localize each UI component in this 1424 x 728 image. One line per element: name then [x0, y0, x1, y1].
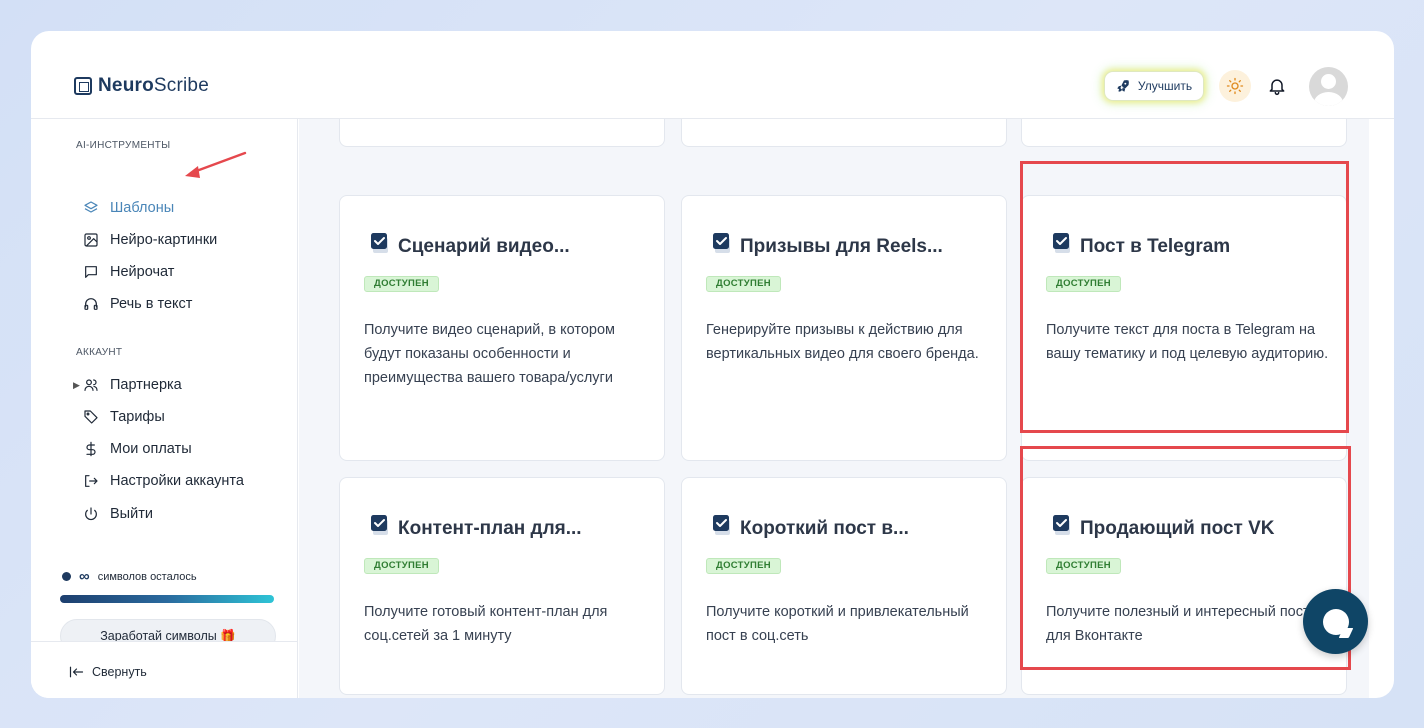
logo-icon — [74, 77, 92, 95]
collapse-arrow-icon — [69, 666, 84, 678]
card-title: Призывы для Reels... — [740, 236, 943, 257]
sidebar-item-label: Шаблоны — [110, 200, 175, 216]
bell-icon — [1269, 79, 1285, 96]
template-card[interactable]: Короткий пост в... ДОСТУПЕН Получите кор… — [681, 477, 1007, 695]
sidebar-item-templates[interactable]: Шаблоны — [83, 197, 174, 219]
checkbox-icon — [371, 515, 388, 535]
sidebar-item-label: Нейро-картинки — [110, 232, 218, 248]
status-badge: ДОСТУПЕН — [364, 276, 439, 292]
notifications-button[interactable] — [1266, 75, 1288, 97]
template-card-partial[interactable] — [339, 119, 665, 147]
section-title-account: АККАУНТ — [76, 347, 123, 358]
annotation-arrow-icon — [185, 151, 247, 178]
sidebar-item-speech-to-text[interactable]: Речь в текст — [83, 293, 192, 315]
sidebar-item-neuro-images[interactable]: Нейро-картинки — [83, 229, 217, 251]
sidebar-item-label: Партнерка — [110, 377, 182, 393]
dollar-icon — [86, 441, 96, 457]
checkbox-icon — [713, 515, 730, 535]
sidebar-item-label: Речь в текст — [110, 296, 193, 312]
users-icon — [84, 379, 98, 391]
card-description: Генерируйте призывы к действию для верти… — [706, 322, 979, 362]
avatar[interactable] — [1309, 67, 1348, 106]
status-dot — [62, 572, 71, 581]
upgrade-button[interactable]: Улучшить — [1104, 71, 1204, 101]
collapse-button[interactable]: Свернуть — [69, 665, 147, 679]
top-header: NeuroScribe Улучшить — [31, 31, 1394, 119]
template-card-partial[interactable] — [681, 119, 1007, 147]
upgrade-label: Улучшить — [1137, 79, 1193, 93]
card-title: Пост в Telegram — [1080, 236, 1231, 257]
collapse-label: Свернуть — [92, 665, 147, 679]
checkbox-icon — [1053, 233, 1070, 253]
theme-toggle[interactable] — [1219, 70, 1251, 102]
template-card[interactable]: Контент-план для... ДОСТУПЕН Получите го… — [339, 477, 665, 695]
template-card-partial[interactable] — [1021, 119, 1347, 147]
power-icon — [85, 507, 97, 521]
status-badge: ДОСТУПЕН — [706, 276, 781, 292]
sidebar-item-neurochat[interactable]: Нейрочат — [83, 261, 174, 283]
card-title: Короткий пост в... — [740, 518, 909, 539]
template-card[interactable]: Продающий пост VK ДОСТУПЕН Получите поле… — [1021, 477, 1347, 695]
sidebar-item-label: Настройки аккаунта — [110, 473, 244, 489]
sidebar-item-payments[interactable]: Мои оплаты — [83, 438, 192, 460]
status-badge: ДОСТУПЕН — [1046, 276, 1121, 292]
logo[interactable]: NeuroScribe — [74, 75, 209, 97]
template-card[interactable]: Призывы для Reels... ДОСТУПЕН Генерируйт… — [681, 195, 1007, 461]
expand-caret-icon[interactable]: ▶ — [73, 380, 80, 391]
card-description: Получите видео сценарий, в котором будут… — [364, 322, 615, 386]
layers-icon — [84, 201, 98, 213]
status-badge: ДОСТУПЕН — [1046, 558, 1121, 574]
image-icon — [84, 233, 98, 247]
headphones-icon — [84, 298, 98, 310]
card-description: Получите текст для поста в Telegram на в… — [1046, 322, 1329, 362]
checkbox-icon — [371, 233, 388, 253]
app-window: NeuroScribe Улучшить AI-ИНСТРУМЕНТЫ Шабл… — [31, 31, 1394, 698]
status-badge: ДОСТУПЕН — [364, 558, 439, 574]
sidebar: AI-ИНСТРУМЕНТЫ Шаблоны Нейро-картинки Не… — [31, 119, 298, 698]
checkbox-icon — [713, 233, 730, 253]
symbols-progress-bar — [60, 595, 274, 603]
sidebar-item-partner[interactable]: Партнерка — [83, 374, 182, 396]
template-card[interactable]: Сценарий видео... ДОСТУПЕН Получите виде… — [339, 195, 665, 461]
sidebar-item-tariffs[interactable]: Тарифы — [83, 406, 165, 428]
chat-widget-button[interactable] — [1303, 589, 1368, 654]
sidebar-item-label: Выйти — [110, 506, 153, 522]
logo-text: NeuroScribe — [98, 75, 209, 96]
sun-icon — [1226, 77, 1244, 95]
section-title-ai: AI-ИНСТРУМЕНТЫ — [76, 140, 171, 151]
sidebar-item-logout[interactable]: Выйти — [83, 503, 153, 525]
logout-arrow-icon — [85, 475, 98, 487]
card-title: Продающий пост VK — [1080, 518, 1275, 539]
card-title: Сценарий видео... — [398, 236, 570, 257]
checkbox-icon — [1053, 515, 1070, 535]
symbols-text: символов осталось — [97, 570, 197, 583]
card-description: Получите полезный и интересный пост для … — [1046, 604, 1310, 644]
chat-bubble-icon — [1322, 608, 1349, 635]
symbols-progress-fill — [60, 595, 274, 603]
chat-icon — [85, 266, 97, 278]
sidebar-item-label: Мои оплаты — [110, 441, 192, 457]
card-description: Получите готовый контент-план для соц.се… — [364, 604, 608, 644]
symbols-remaining: ∞ символов осталось — [62, 568, 197, 585]
template-card[interactable]: Пост в Telegram ДОСТУПЕН Получите текст … — [1021, 195, 1347, 461]
card-title: Контент-план для... — [398, 518, 582, 539]
tag-icon — [84, 410, 98, 424]
symbols-value: ∞ — [79, 568, 90, 585]
card-description: Получите короткий и привлекательный пост… — [706, 604, 969, 644]
main-content: Сценарий видео... ДОСТУПЕН Получите виде… — [299, 119, 1369, 698]
collapse-area: Свернуть — [31, 641, 297, 698]
sidebar-item-label: Тарифы — [110, 409, 165, 425]
rocket-icon — [1117, 80, 1129, 92]
sidebar-item-label: Нейрочат — [110, 264, 175, 280]
status-badge: ДОСТУПЕН — [706, 558, 781, 574]
sidebar-item-account-settings[interactable]: Настройки аккаунта — [83, 470, 244, 492]
